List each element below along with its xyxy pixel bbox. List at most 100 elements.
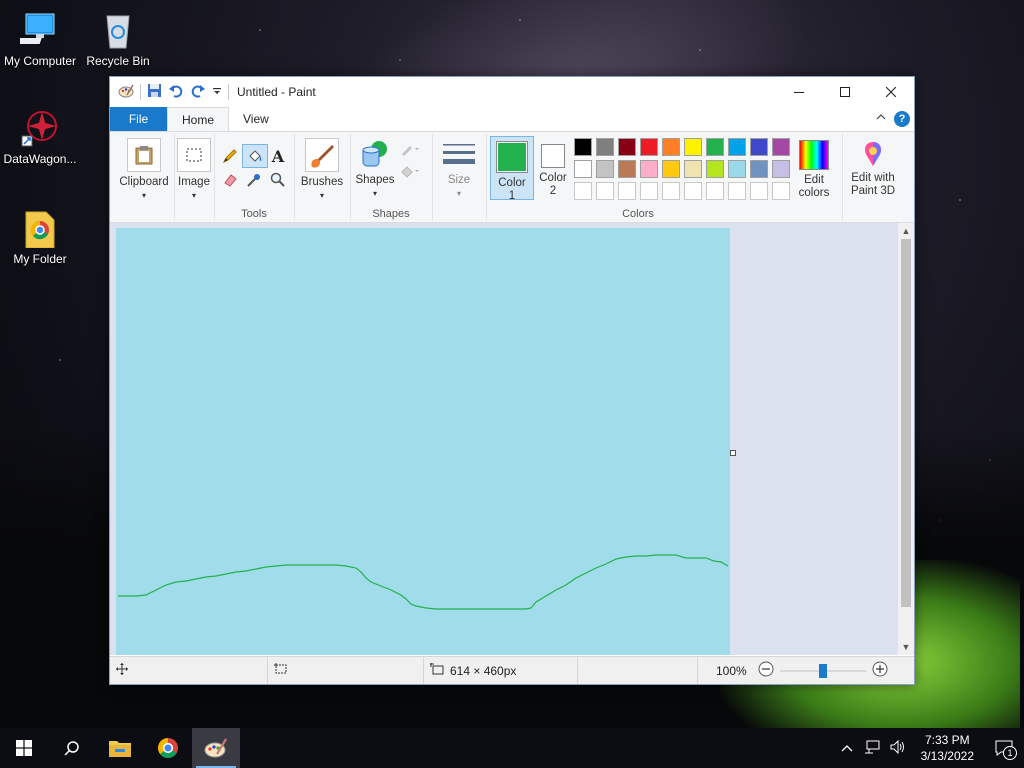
text-tool-icon[interactable]: A xyxy=(268,146,288,166)
color-swatch[interactable] xyxy=(750,138,768,156)
canvas-resize-handle-right[interactable] xyxy=(730,450,736,456)
custom-color-swatch[interactable] xyxy=(728,182,746,200)
zoom-out-icon[interactable] xyxy=(758,661,774,680)
zoom-slider[interactable] xyxy=(780,663,866,679)
shapes-group-label: Shapes xyxy=(372,208,410,220)
color-swatch[interactable] xyxy=(706,138,724,156)
taskbar-chrome[interactable] xyxy=(144,728,192,768)
custom-color-swatch[interactable] xyxy=(596,182,614,200)
desktop-icon-my-folder[interactable]: My Folder xyxy=(0,208,80,266)
clock[interactable]: 7:33 PM 3/13/2022 xyxy=(921,732,974,764)
color-swatch[interactable] xyxy=(618,160,636,178)
title-bar[interactable]: Untitled - Paint xyxy=(110,77,914,107)
color-swatch[interactable] xyxy=(662,160,680,178)
volume-icon[interactable] xyxy=(890,739,906,757)
taskbar-paint[interactable] xyxy=(192,728,240,768)
drawing-canvas[interactable] xyxy=(116,228,730,655)
color-swatch[interactable] xyxy=(684,160,702,178)
color-swatch[interactable] xyxy=(772,160,790,178)
color-swatch[interactable] xyxy=(728,160,746,178)
zoom-controls: 100% xyxy=(698,661,888,680)
clipboard-button[interactable]: Clipboard ▾ xyxy=(114,138,174,202)
custom-color-swatch[interactable] xyxy=(640,182,658,200)
clock-date: 3/13/2022 xyxy=(920,749,974,763)
start-button[interactable] xyxy=(0,728,48,768)
zoom-in-icon[interactable] xyxy=(872,661,888,680)
fill-icon[interactable] xyxy=(400,162,420,182)
recycle-bin-icon xyxy=(98,10,138,50)
clock-time: 7:33 PM xyxy=(924,733,970,747)
customize-quick-access-icon[interactable] xyxy=(212,85,222,99)
custom-color-swatch[interactable] xyxy=(662,182,680,200)
close-button[interactable] xyxy=(868,77,914,107)
window-title: Untitled - Paint xyxy=(237,85,316,99)
custom-color-swatch[interactable] xyxy=(684,182,702,200)
color-swatch[interactable] xyxy=(706,160,724,178)
tab-file[interactable]: File xyxy=(110,107,167,131)
undo-icon[interactable] xyxy=(168,83,184,102)
show-hidden-icons-icon[interactable] xyxy=(841,741,853,755)
taskbar-file-explorer[interactable] xyxy=(96,728,144,768)
color-swatch[interactable] xyxy=(772,138,790,156)
vertical-scrollbar[interactable]: ▲ ▼ xyxy=(898,223,914,655)
help-icon[interactable]: ? xyxy=(894,111,910,127)
desktop-icon-recycle-bin[interactable]: Recycle Bin xyxy=(78,10,158,68)
redo-icon[interactable] xyxy=(190,83,206,102)
action-center-button[interactable]: 1 xyxy=(984,728,1024,768)
color-swatch[interactable] xyxy=(640,160,658,178)
quick-access-toolbar xyxy=(110,83,229,102)
custom-color-swatch[interactable] xyxy=(618,182,636,200)
outline-icon[interactable] xyxy=(400,140,420,160)
shapes-group: Shapes ▾ Shapes xyxy=(350,134,433,220)
scrollbar-thumb[interactable] xyxy=(901,239,911,607)
custom-color-swatch[interactable] xyxy=(574,182,592,200)
fill-bucket-icon[interactable] xyxy=(242,144,268,168)
shapes-label: Shapes xyxy=(355,174,395,186)
maximize-button[interactable] xyxy=(822,77,868,107)
color-swatch[interactable] xyxy=(596,138,614,156)
zoom-slider-thumb[interactable] xyxy=(819,663,827,678)
color-swatch[interactable] xyxy=(750,160,768,178)
colors-group: Color 1 Color 2 Edit colors Edit with Pa… xyxy=(486,134,906,220)
color-picker-icon[interactable] xyxy=(244,170,264,190)
scroll-down-icon[interactable]: ▼ xyxy=(898,639,914,655)
color1-button[interactable]: Color 1 xyxy=(490,136,534,202)
edit-colors-button[interactable]: Edit colors xyxy=(792,138,836,200)
color-swatch[interactable] xyxy=(618,138,636,156)
system-tray: 7:33 PM 3/13/2022 1 xyxy=(835,728,1024,768)
magnifier-icon[interactable] xyxy=(268,170,288,190)
custom-color-swatch[interactable] xyxy=(706,182,724,200)
image-button[interactable]: Image ▾ xyxy=(174,138,214,202)
network-icon[interactable] xyxy=(864,740,880,757)
green-stroke xyxy=(118,554,729,610)
save-icon[interactable] xyxy=(147,83,162,101)
size-button[interactable]: Size ▾ xyxy=(432,138,486,200)
color-swatch[interactable] xyxy=(574,160,592,178)
paint-window: Untitled - Paint File Home View ? Clipbo… xyxy=(109,76,915,685)
color-swatch[interactable] xyxy=(728,138,746,156)
custom-color-swatch[interactable] xyxy=(750,182,768,200)
eraser-icon[interactable] xyxy=(220,170,240,190)
search-button[interactable] xyxy=(48,728,96,768)
scroll-up-icon[interactable]: ▲ xyxy=(898,223,914,239)
custom-color-swatch[interactable] xyxy=(772,182,790,200)
collapse-ribbon-icon[interactable] xyxy=(876,112,886,123)
edit-with-paint3d-button[interactable]: Edit with Paint 3D xyxy=(846,138,900,198)
desktop-icon-datawagon[interactable]: DataWagon... xyxy=(0,108,80,166)
minimize-button[interactable] xyxy=(776,77,822,107)
selection-icon xyxy=(274,663,288,678)
color-swatch[interactable] xyxy=(640,138,658,156)
paint-app-icon[interactable] xyxy=(118,83,134,102)
color2-button[interactable]: Color 2 xyxy=(534,136,572,198)
color-swatch[interactable] xyxy=(574,138,592,156)
pencil-icon[interactable] xyxy=(220,146,240,166)
desktop-icon-my-computer[interactable]: My Computer xyxy=(0,10,80,68)
color-swatch[interactable] xyxy=(662,138,680,156)
tab-home[interactable]: Home xyxy=(167,107,230,131)
color-swatch[interactable] xyxy=(684,138,702,156)
brushes-button[interactable]: Brushes ▾ xyxy=(294,138,350,202)
shapes-button[interactable]: Shapes ▾ xyxy=(352,138,398,200)
color-swatch[interactable] xyxy=(596,160,614,178)
tab-view[interactable]: View xyxy=(229,107,283,131)
canvas-workspace[interactable] xyxy=(110,223,898,655)
